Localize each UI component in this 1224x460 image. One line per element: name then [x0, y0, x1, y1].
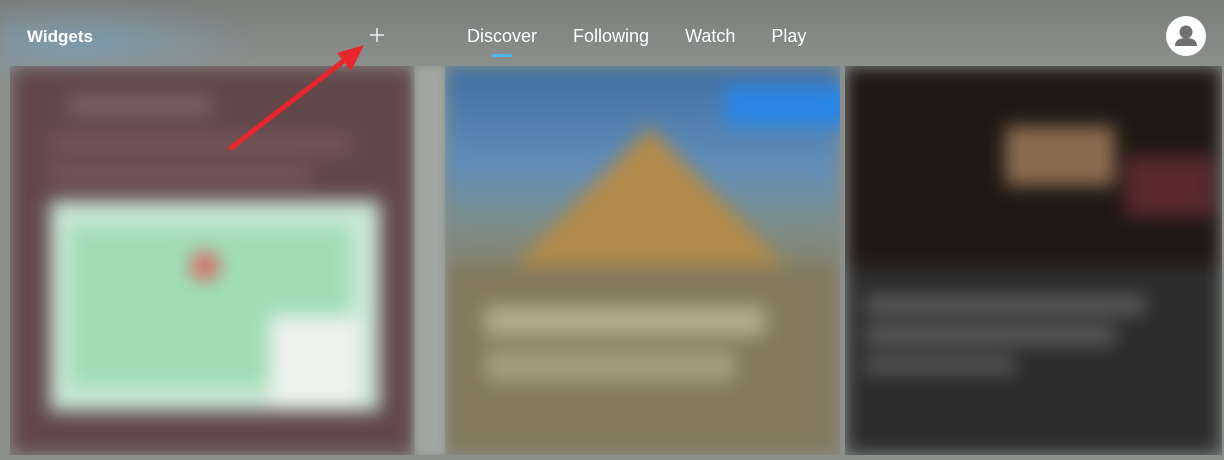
user-avatar-icon	[1175, 25, 1197, 46]
profile-button[interactable]	[1166, 16, 1206, 56]
tab-discover[interactable]: Discover	[467, 26, 537, 57]
feed-tabs: Discover Following Watch Play	[467, 26, 806, 57]
widgets-title: Widgets	[27, 27, 93, 46]
tab-following[interactable]: Following	[573, 26, 649, 57]
feed-card-map[interactable]	[10, 66, 415, 455]
feed-card-news[interactable]	[845, 66, 1222, 455]
news-thumbnail	[845, 66, 1222, 455]
add-widget-button[interactable]	[366, 24, 388, 46]
tab-play[interactable]: Play	[771, 26, 806, 57]
map-thumbnail	[10, 66, 415, 455]
plus-icon	[370, 28, 384, 42]
feed-content	[10, 66, 1222, 455]
tab-watch[interactable]: Watch	[685, 26, 735, 57]
feed-card-landscape[interactable]	[445, 66, 840, 455]
widgets-header: Widgets Discover Following Watch Play	[0, 0, 1224, 70]
card-gap	[415, 66, 445, 455]
landscape-thumbnail	[445, 66, 840, 455]
